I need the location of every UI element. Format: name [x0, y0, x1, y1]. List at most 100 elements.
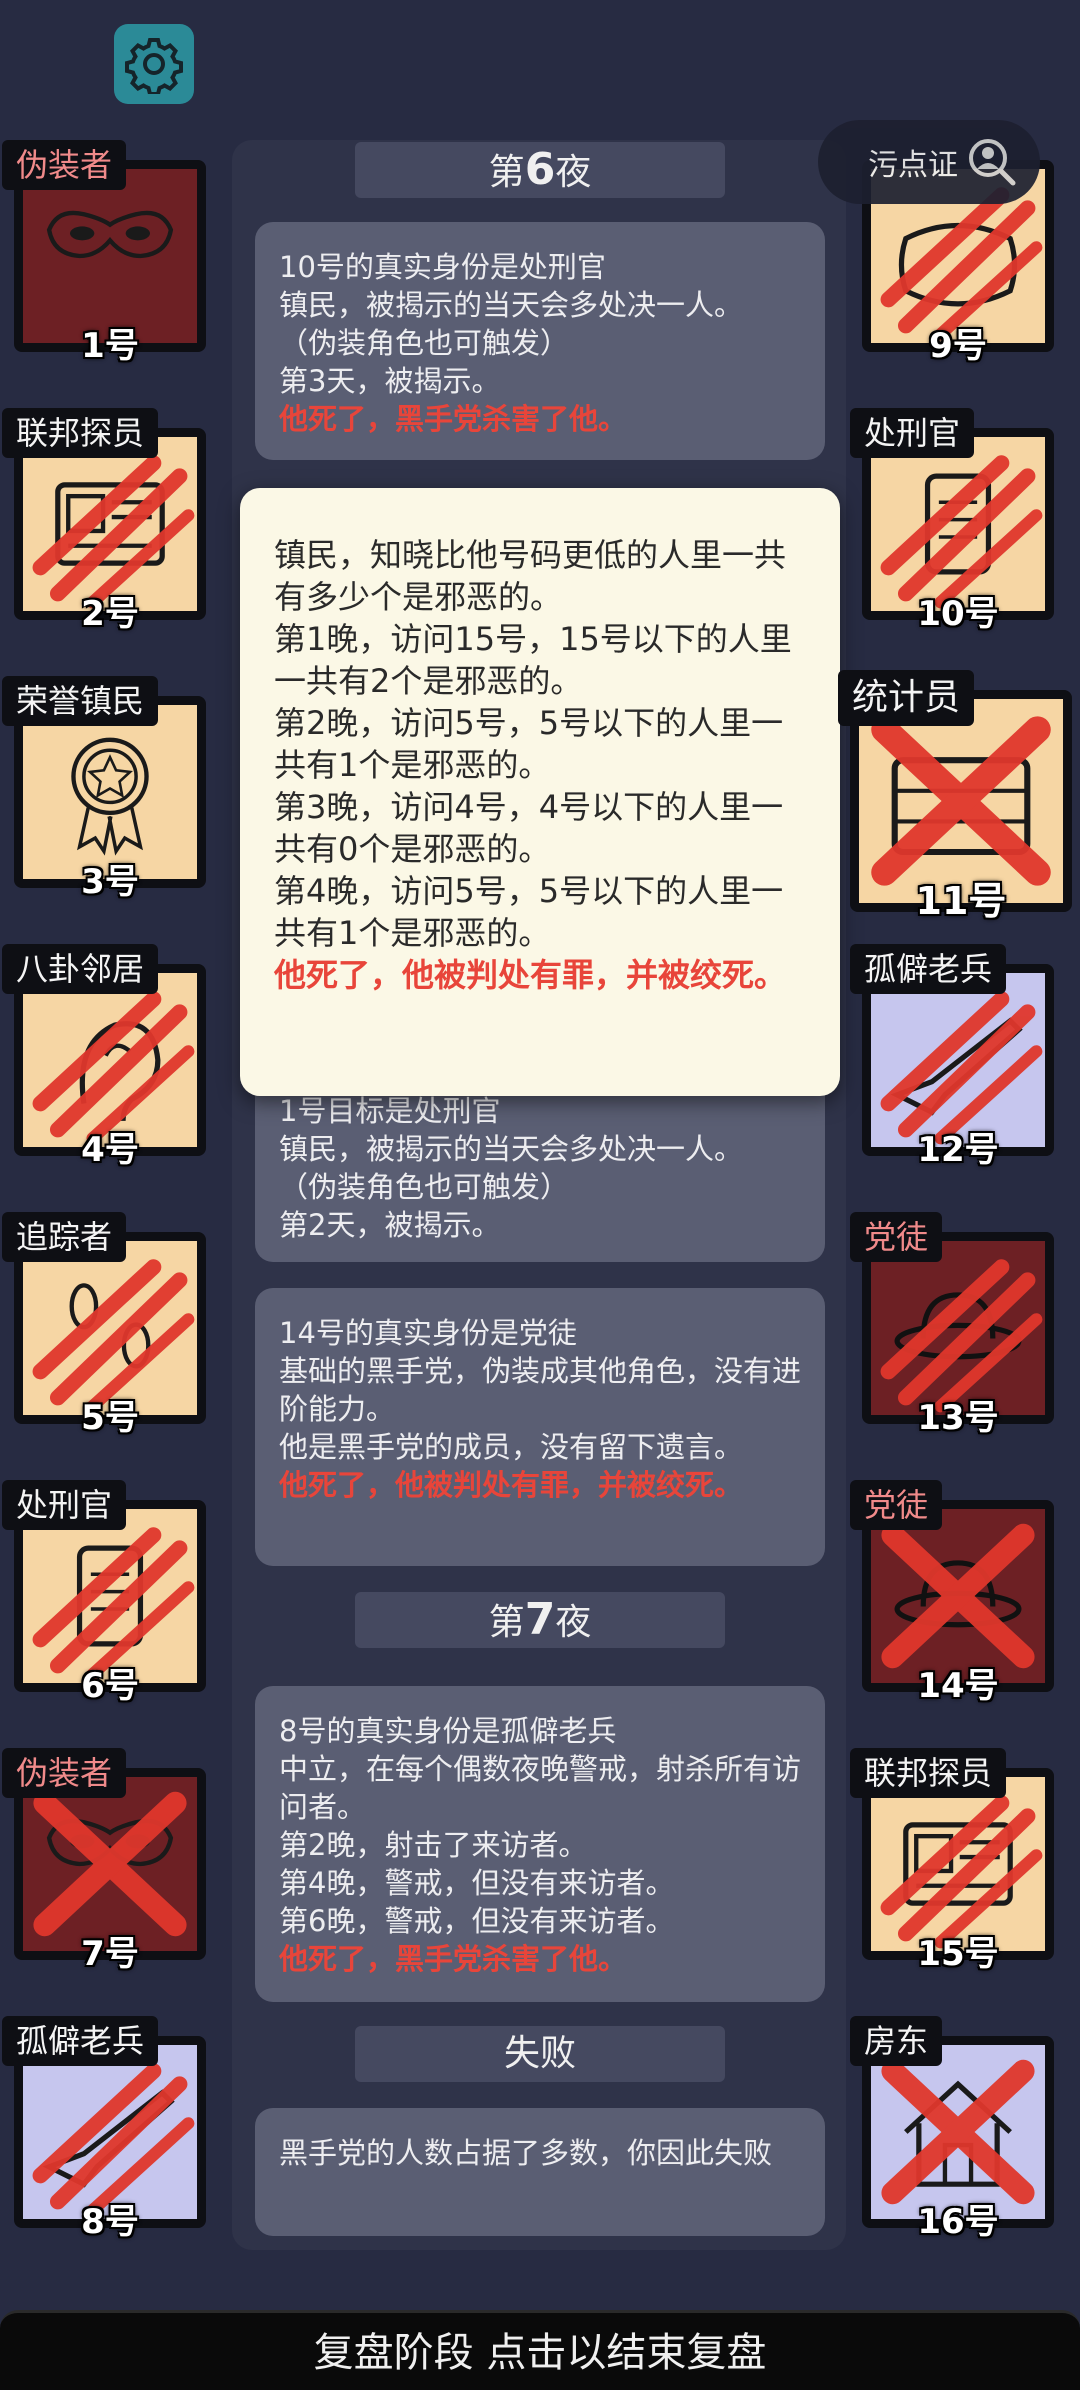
- rifle-icon: [32, 2063, 195, 2217]
- player-card-1[interactable]: 伪装者 1号: [2, 140, 212, 390]
- entry-line: 镇民，被揭示的当天会多处决一人。: [279, 1132, 744, 1166]
- player-number: 9号: [929, 326, 987, 366]
- player-card-12[interactable]: 孤僻老兵 12号: [850, 944, 1060, 1194]
- death-text: 他死了，他被判处有罪，并被绞死。: [274, 956, 787, 994]
- log-entry-player-10[interactable]: 10号的真实身份是处刑官 镇民，被揭示的当天会多处决一人。 （伪装角色也可触发）…: [255, 222, 825, 460]
- player-number: 12号: [917, 1130, 999, 1170]
- player-number: 15号: [917, 1934, 999, 1974]
- entry-line: （伪装角色也可触发）: [279, 1170, 570, 1204]
- player-number: 11号: [915, 879, 1007, 923]
- player-number: 8号: [81, 2202, 139, 2242]
- popup-line: 第3晚，访问4号，4号以下的人里一共有0个是邪恶的。: [274, 788, 784, 868]
- log-entry-player-8[interactable]: 8号的真实身份是孤僻老兵 中立，在每个偶数夜晚警戒，射杀所有访问者。 第2晚，射…: [255, 1686, 825, 2002]
- entry-line: （伪装角色也可触发）: [279, 326, 570, 360]
- player-number: 5号: [81, 1398, 139, 1438]
- entry-line: 他是黑手党的成员，没有留下遗言。: [279, 1430, 744, 1464]
- entry-line: 中立，在每个偶数夜晚警戒，射杀所有访问者。: [279, 1752, 802, 1824]
- end-review-button[interactable]: 复盘阶段 点击以结束复盘: [0, 2310, 1080, 2390]
- log-entry-result[interactable]: 黑手党的人数占据了多数，你因此失败: [255, 2108, 825, 2236]
- entry-line: 第3天，被揭示。: [279, 364, 501, 398]
- badge-icon: [32, 455, 195, 609]
- player-card-10[interactable]: 处刑官 10号: [850, 408, 1060, 658]
- gear-icon: [125, 38, 183, 94]
- popup-line: 第4晚，访问5号，5号以下的人里一共有1个是邪恶的。: [274, 872, 784, 952]
- entry-line: 8号的真实身份是孤僻老兵: [279, 1714, 617, 1748]
- night-header-suffix: 夜: [555, 152, 592, 193]
- death-text: 他死了，黑手党杀害了他。: [279, 1942, 628, 1976]
- scroll-icon: [880, 455, 1043, 609]
- player-number: 7号: [81, 1934, 139, 1974]
- player-card-14[interactable]: 党徒 14号: [850, 1480, 1060, 1730]
- popup-line: 镇民，知晓比他号码更低的人里一共有多少个是邪恶的。: [274, 536, 787, 616]
- settings-button[interactable]: [114, 24, 194, 104]
- player-card-11[interactable]: 统计员 11号: [838, 670, 1078, 940]
- medal-icon: [71, 737, 149, 856]
- player-card-4[interactable]: 八卦邻居 4号: [2, 944, 212, 1194]
- player-number: 14号: [917, 1666, 999, 1706]
- search-eye-icon: [969, 139, 1016, 186]
- role-label: 党徒: [850, 1212, 943, 1262]
- entry-line: 1号目标是处刑官: [279, 1094, 501, 1128]
- rifle-icon: [880, 991, 1043, 1145]
- entry-line: 第2天，被揭示。: [279, 1208, 501, 1242]
- death-text: 他死了，黑手党杀害了他。: [279, 402, 628, 436]
- role-label: 联邦探员: [850, 1748, 1007, 1798]
- player-card-5[interactable]: 追踪者 5号: [2, 1212, 212, 1462]
- player-number: 4号: [81, 1130, 139, 1170]
- scroll-icon: [32, 1527, 195, 1681]
- night-header-suffix: 夜: [555, 1602, 592, 1643]
- player-number: 6号: [81, 1666, 139, 1706]
- player-card-16[interactable]: 房东 16号: [850, 2016, 1060, 2266]
- role-label: 处刑官: [850, 408, 975, 458]
- notes-toggle-label: 污点证: [868, 148, 958, 183]
- role-label: 联邦探员: [2, 408, 159, 458]
- badge-icon: [880, 1795, 1043, 1949]
- role-label: 八卦邻居: [2, 944, 159, 994]
- night-6-header: 第6夜: [355, 142, 725, 198]
- role-detail-popup[interactable]: 镇民，知晓比他号码更低的人里一共有多少个是邪恶的。 第1晚，访问15号，15号以…: [240, 488, 840, 1096]
- role-label: 统计员: [838, 670, 975, 726]
- footprints-icon: [32, 1259, 195, 1413]
- defeat-header: 失败: [355, 2026, 725, 2082]
- player-card-8[interactable]: 孤僻老兵 8号: [2, 2016, 212, 2266]
- role-label: 处刑官: [2, 1480, 127, 1530]
- death-text: 他死了，他被判处有罪，并被绞死。: [279, 1468, 744, 1502]
- role-label: 孤僻老兵: [850, 944, 1007, 994]
- player-card-3[interactable]: 荣誉镇民 3号: [2, 676, 212, 926]
- notes-toggle-button[interactable]: 污点证: [818, 120, 1040, 204]
- role-label: 伪装者: [2, 1748, 127, 1798]
- role-label: 追踪者: [2, 1212, 127, 1262]
- player-number: 16号: [917, 2202, 999, 2242]
- entry-line: 第2晚，射击了来访者。: [279, 1828, 588, 1862]
- entry-line: 第4晚，警戒，但没有来访者。: [279, 1866, 675, 1900]
- popup-line: 第1晚，访问15号，15号以下的人里一共有2个是邪恶的。: [274, 620, 792, 700]
- hat-icon: [881, 1523, 1035, 1669]
- player-card-13[interactable]: 党徒 13号: [850, 1212, 1060, 1462]
- popup-line: 第2晚，访问5号，5号以下的人里一共有1个是邪恶的。: [274, 704, 784, 784]
- entry-line: 黑手党的人数占据了多数，你因此失败: [279, 2136, 773, 2170]
- role-label: 孤僻老兵: [2, 2016, 159, 2066]
- player-number: 10号: [917, 594, 999, 634]
- role-label: 党徒: [850, 1480, 943, 1530]
- role-label: 荣誉镇民: [2, 676, 159, 726]
- player-number: 2号: [81, 594, 139, 634]
- log-entry-player-14[interactable]: 14号的真实身份是党徒 基础的黑手党，伪装成其他角色，没有进阶能力。 他是黑手党…: [255, 1288, 825, 1566]
- player-card-15[interactable]: 联邦探员 15号: [850, 1748, 1060, 1998]
- hat-icon: [880, 1259, 1043, 1413]
- ear-icon: [32, 991, 195, 1145]
- night-number: 7: [524, 1594, 556, 1645]
- player-card-6[interactable]: 处刑官 6号: [2, 1480, 212, 1730]
- night-7-header: 第7夜: [355, 1592, 725, 1648]
- night-number: 6: [524, 144, 556, 195]
- player-card-7[interactable]: 伪装者 7号: [2, 1748, 212, 1998]
- night-header-prefix: 第: [488, 1602, 525, 1643]
- mask-icon: [46, 210, 174, 259]
- entry-line: 第6晚，警戒，但没有来访者。: [279, 1904, 675, 1938]
- player-number: 13号: [917, 1398, 999, 1438]
- player-number: 1号: [81, 326, 139, 366]
- player-number: 3号: [81, 862, 139, 902]
- night-header-prefix: 第: [488, 152, 525, 193]
- entry-line: 10号的真实身份是处刑官: [279, 250, 606, 284]
- house-icon: [881, 2059, 1035, 2205]
- player-card-2[interactable]: 联邦探员 2号: [2, 408, 212, 658]
